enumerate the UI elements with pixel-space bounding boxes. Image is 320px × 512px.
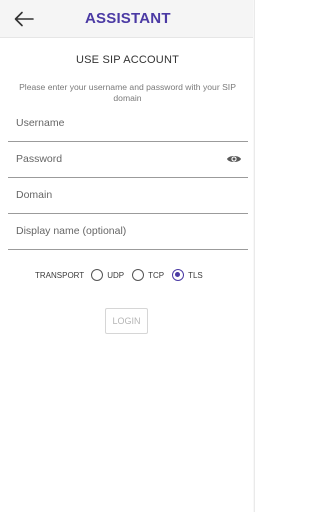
- login-button[interactable]: LOGIN: [105, 308, 148, 334]
- transport-option-label: UDP: [107, 270, 125, 280]
- info-text: Please enter your username and password …: [19, 82, 236, 103]
- domain-input[interactable]: [16, 186, 216, 204]
- transport-selector: TRANSPORT UDP TCP TLS: [35, 266, 225, 284]
- section-title: USE SIP ACCOUNT: [75, 54, 180, 66]
- display-name-input[interactable]: [16, 222, 216, 240]
- transport-option-label: TCP: [148, 270, 165, 280]
- password-visibility-toggle[interactable]: [226, 152, 242, 166]
- page-title: ASSISTANT: [85, 10, 171, 27]
- screen-edge-shadow: [253, 0, 255, 512]
- transport-option-tcp[interactable]: TCP: [132, 269, 164, 281]
- username-input[interactable]: [16, 114, 216, 132]
- password-field-container: [8, 142, 248, 178]
- radio-unchecked-icon[interactable]: [91, 269, 104, 281]
- back-button[interactable]: [8, 6, 40, 32]
- transport-option-label: TLS: [188, 270, 203, 280]
- display-name-field-container: [8, 214, 248, 250]
- transport-label: TRANSPORT: [35, 270, 85, 280]
- radio-checked-icon[interactable]: [172, 269, 185, 281]
- username-field-container: [8, 106, 248, 142]
- domain-field-container: [8, 178, 248, 214]
- password-input[interactable]: [16, 150, 216, 168]
- transport-option-udp[interactable]: UDP: [91, 269, 124, 281]
- arrow-left-icon: [14, 11, 34, 27]
- transport-option-tls[interactable]: TLS: [172, 269, 203, 281]
- radio-unchecked-icon[interactable]: [132, 269, 145, 281]
- eye-icon: [227, 156, 241, 162]
- top-bar: ASSISTANT: [0, 0, 255, 38]
